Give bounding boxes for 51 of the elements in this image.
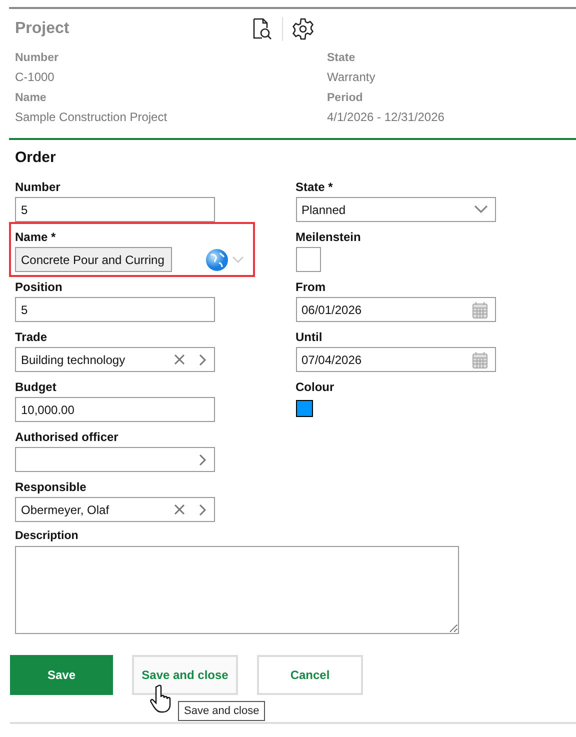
field-label: Position (15, 279, 62, 296)
calendar-icon[interactable] (472, 350, 488, 368)
field-label: Budget (15, 379, 56, 396)
field-label: Meilenstein (296, 229, 361, 246)
section-title: Order (15, 148, 57, 168)
field-label: Number (15, 179, 60, 196)
field-label: Name (15, 91, 46, 106)
field-label: Colour (296, 379, 334, 396)
save-button[interactable]: Save (10, 655, 113, 695)
lookup-field[interactable] (15, 447, 215, 472)
chevron-right-icon[interactable] (197, 354, 207, 366)
chevron-right-icon[interactable] (197, 504, 207, 516)
globe-icon[interactable] (205, 248, 229, 272)
lookup-field[interactable]: Building technology (15, 347, 215, 372)
field-label: Number (15, 51, 58, 66)
tooltip: Save and close (178, 701, 266, 721)
chevron-down-icon (474, 205, 488, 214)
text-field[interactable]: Concrete Pour and Curring (15, 247, 172, 272)
field-label: State * (296, 179, 333, 196)
dropdown[interactable]: Planned (296, 197, 496, 222)
text-field[interactable]: 5 (15, 297, 215, 322)
action-button[interactable]: Cancel (257, 655, 363, 695)
field-label: From (296, 279, 326, 296)
field-label: Responsible (15, 479, 86, 496)
chevron-right-icon[interactable] (197, 454, 207, 466)
action-button[interactable]: Save and close (132, 655, 238, 695)
clear-icon[interactable] (174, 354, 185, 365)
date-field[interactable]: 07/04/2026 (296, 347, 496, 372)
lookup-field[interactable]: Obermeyer, Olaf (15, 497, 215, 522)
field-label: Trade (15, 329, 48, 346)
text-field[interactable]: 10,000.00 (15, 397, 215, 422)
field-label: Name * (15, 229, 56, 246)
field-label: Period (327, 91, 363, 106)
color-swatch[interactable] (296, 400, 312, 417)
checkbox[interactable] (296, 247, 320, 272)
field-value: 4/1/2026 - 12/31/2026 (327, 109, 444, 126)
chevron-down-icon (232, 256, 244, 264)
field-label: Authorised officer (15, 429, 118, 446)
settings-icon[interactable] (291, 17, 315, 41)
calendar-icon[interactable] (472, 300, 488, 318)
clear-icon[interactable] (174, 504, 185, 515)
field-label: State (327, 51, 356, 66)
description-field[interactable] (15, 546, 459, 634)
text-field[interactable]: 5 (15, 197, 215, 222)
field-label: Description (15, 529, 78, 544)
date-field[interactable]: 06/01/2026 (296, 297, 496, 322)
field-value: C-1000 (15, 69, 54, 86)
field-label: Until (296, 329, 322, 346)
field-value: Sample Construction Project (15, 109, 168, 126)
section-title: Project (15, 20, 70, 38)
field-value: Warranty (327, 69, 376, 86)
